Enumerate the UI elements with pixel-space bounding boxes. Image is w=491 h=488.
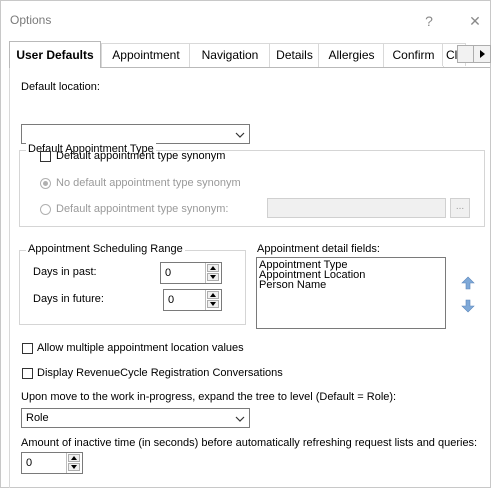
tab-allergies[interactable]: Allergies [318,43,385,67]
triangle-right-icon [480,50,485,58]
triangle-down-icon [210,275,216,279]
days-future-value: 0 [168,294,175,306]
move-up-arrow-icon[interactable] [461,276,475,290]
tab-user-defaults[interactable]: User Defaults [9,41,101,68]
default-location-combo[interactable] [21,124,250,144]
move-down-arrow-icon[interactable] [461,299,475,313]
no-default-synonym-label: No default appointment type synonym [56,177,241,189]
synonym-browse-button[interactable]: ... [450,198,470,218]
tree-level-combo[interactable]: Role [21,408,250,428]
default-location-label: Default location: [21,81,100,93]
tab-navigation[interactable]: Navigation [189,43,271,67]
allow-multiple-label: Allow multiple appointment location valu… [37,342,244,354]
tree-level-value: Role [26,412,49,424]
scheduling-range-group-title: Appointment Scheduling Range [26,243,185,255]
default-synonym-radio[interactable] [40,204,51,215]
list-item[interactable]: Person Name [259,280,365,291]
tab-scroll-right-button[interactable] [473,45,491,63]
no-default-synonym-radio[interactable] [40,178,51,189]
close-button[interactable]: ✕ [460,8,490,34]
inactive-time-value: 0 [26,457,33,469]
detail-fields-label: Appointment detail fields: [257,243,380,255]
days-past-label: Days in past: [33,266,97,278]
inactive-time-down-button[interactable] [68,463,80,471]
allow-multiple-checkbox[interactable] [22,343,33,354]
chevron-down-icon [235,416,245,422]
triangle-down-icon [210,302,216,306]
synonym-checkbox[interactable] [40,151,51,162]
inactive-time-spinner[interactable]: 0 [21,452,83,474]
days-future-down-button[interactable] [207,300,219,308]
tree-level-label: Upon move to the work in-progress, expan… [21,391,397,403]
days-future-label: Days in future: [33,293,104,305]
help-button[interactable]: ? [414,8,444,34]
detail-fields-list[interactable]: Appointment Type Appointment Location Pe… [256,257,446,329]
days-past-up-button[interactable] [207,264,219,272]
display-revenue-checkbox[interactable] [22,368,33,379]
tab-details[interactable]: Details [269,43,320,67]
chevron-down-icon [235,132,245,138]
days-past-value: 0 [165,267,172,279]
inactive-time-label: Amount of inactive time (in seconds) bef… [21,437,478,449]
tab-confirm[interactable]: Confirm [383,43,444,67]
synonym-input[interactable] [267,198,446,218]
days-future-up-button[interactable] [207,291,219,299]
inactive-time-up-button[interactable] [68,454,80,462]
triangle-down-icon [71,465,77,469]
default-synonym-radio-label: Default appointment type synonym: [56,203,229,215]
triangle-up-icon [71,456,77,460]
display-revenue-label: Display RevenueCycle Registration Conver… [37,367,283,379]
window-title: Options [10,13,52,27]
tab-appointment[interactable]: Appointment [101,43,191,67]
triangle-up-icon [210,266,216,270]
days-past-down-button[interactable] [207,273,219,281]
synonym-checkbox-label: Default appointment type synonym [56,150,226,162]
triangle-up-icon [210,293,216,297]
days-past-spinner[interactable]: 0 [160,262,222,284]
days-future-spinner[interactable]: 0 [163,289,222,311]
